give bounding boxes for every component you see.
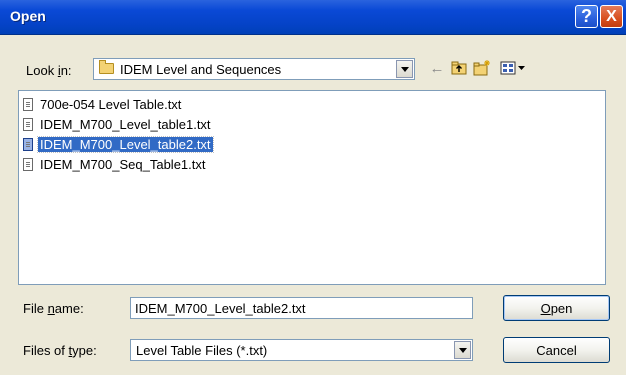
- open-button-rest: pen: [550, 300, 573, 316]
- help-icon: ?: [581, 6, 592, 26]
- filetype-label: Files of type:: [23, 343, 97, 358]
- file-name: IDEM_M700_Seq_Table1.txt: [40, 156, 206, 172]
- dialog-title: Open: [10, 8, 46, 24]
- back-icon[interactable]: ←: [430, 60, 445, 77]
- filename-label-post: ame:: [54, 301, 84, 316]
- text-file-icon: [23, 157, 33, 171]
- lookin-label: Look in:: [26, 63, 72, 78]
- open-dialog: Open ? X Look in: IDEM Level and Sequenc…: [0, 0, 626, 375]
- filetype-dropdown[interactable]: Level Table Files (*.txt): [130, 339, 473, 361]
- cancel-button[interactable]: Cancel: [503, 337, 610, 363]
- close-button[interactable]: X: [600, 5, 623, 28]
- view-menu-icon[interactable]: [500, 60, 528, 76]
- filename-label: File name:: [23, 301, 84, 316]
- text-file-icon: [23, 137, 33, 151]
- open-button[interactable]: Open: [503, 295, 610, 321]
- list-item[interactable]: IDEM_M700_Seq_Table1.txt: [23, 155, 207, 173]
- lookin-label-pre: Look: [26, 63, 58, 78]
- lookin-dropdown-arrow-icon[interactable]: [396, 60, 413, 78]
- open-button-accel: O: [540, 300, 551, 316]
- list-item[interactable]: IDEM_M700_Level_table2.txt: [23, 135, 214, 153]
- up-folder-icon[interactable]: [451, 60, 467, 76]
- list-item[interactable]: 700e-054 Level Table.txt: [23, 95, 183, 113]
- list-item[interactable]: IDEM_M700_Level_table1.txt: [23, 115, 213, 133]
- file-name: IDEM_M700_Level_table2.txt: [37, 135, 214, 153]
- filename-label-pre: File: [23, 301, 48, 316]
- filetype-value: Level Table Files (*.txt): [136, 343, 268, 358]
- text-file-icon: [23, 117, 33, 131]
- lookin-value: IDEM Level and Sequences: [120, 62, 282, 77]
- folder-icon: [99, 60, 114, 74]
- help-button[interactable]: ?: [575, 5, 598, 28]
- filename-label-accel: n: [47, 301, 55, 316]
- text-file-icon: [23, 97, 33, 111]
- filename-input[interactable]: IDEM_M700_Level_table2.txt: [130, 297, 473, 319]
- filetype-label-pre: Files of: [23, 343, 69, 358]
- new-folder-icon[interactable]: [473, 60, 491, 76]
- filetype-label-post: ype:: [72, 343, 97, 358]
- lookin-label-post: n:: [60, 63, 72, 78]
- file-name: IDEM_M700_Level_table1.txt: [40, 116, 211, 132]
- file-list[interactable]: 700e-054 Level Table.txt IDEM_M700_Level…: [18, 90, 606, 285]
- title-bar[interactable]: Open ? X: [0, 0, 626, 35]
- file-name: 700e-054 Level Table.txt: [40, 96, 182, 112]
- close-icon: X: [606, 7, 617, 25]
- filetype-dropdown-arrow-icon[interactable]: [454, 341, 471, 359]
- lookin-dropdown[interactable]: IDEM Level and Sequences: [93, 58, 415, 80]
